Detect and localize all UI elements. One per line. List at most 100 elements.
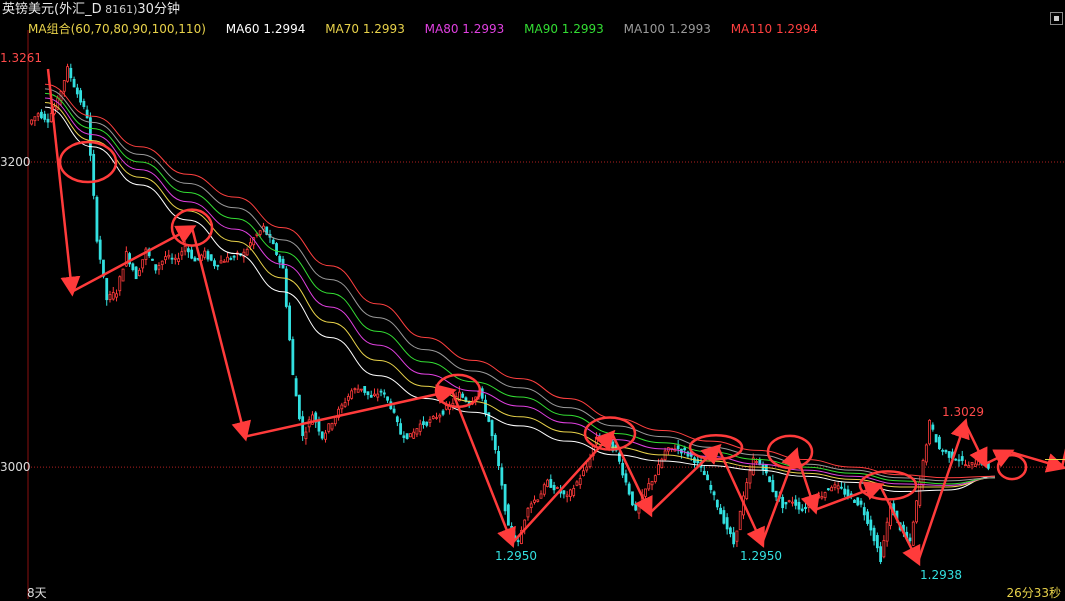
bar-countdown: 26分33秒 bbox=[1006, 586, 1061, 600]
candle-body bbox=[817, 494, 820, 499]
candle-body bbox=[118, 276, 122, 292]
price-annotation: 1.2950 bbox=[740, 549, 782, 564]
candle-body bbox=[973, 463, 977, 467]
candle-body bbox=[490, 420, 494, 437]
candle-body bbox=[748, 470, 752, 484]
candle-body bbox=[572, 488, 576, 496]
ma-line-ma60 bbox=[44, 106, 996, 493]
candle-body bbox=[755, 461, 758, 463]
candle-body bbox=[715, 499, 719, 508]
price-annotation: 1.2938 bbox=[920, 567, 962, 582]
candle-body bbox=[941, 449, 945, 452]
candle-body bbox=[970, 462, 974, 465]
candle-body bbox=[206, 251, 210, 260]
candle-body bbox=[542, 484, 546, 495]
candle-body bbox=[213, 260, 216, 267]
y-tick-label: 3000 bbox=[0, 460, 31, 475]
candle-body bbox=[794, 499, 798, 506]
candle-body bbox=[232, 255, 236, 258]
candle-body bbox=[382, 392, 386, 395]
candle-body bbox=[373, 393, 376, 397]
candle-body bbox=[330, 423, 334, 430]
candle-body bbox=[977, 460, 980, 466]
candle-body bbox=[111, 292, 115, 300]
candle-body bbox=[66, 66, 69, 82]
candle-body bbox=[203, 250, 207, 258]
candle-body bbox=[294, 378, 298, 397]
candle-body bbox=[435, 417, 438, 419]
candle-body bbox=[634, 503, 638, 511]
candle-body bbox=[249, 242, 252, 247]
candle-body bbox=[350, 390, 354, 399]
candle-body bbox=[216, 264, 220, 267]
candle-body bbox=[787, 500, 791, 503]
candle-body bbox=[804, 506, 807, 510]
candle-body bbox=[379, 390, 383, 393]
candle-body bbox=[36, 113, 40, 117]
candle-body bbox=[853, 499, 856, 503]
candle-body bbox=[418, 423, 422, 432]
candle-body bbox=[324, 432, 327, 440]
candle-body bbox=[386, 396, 389, 401]
candle-body bbox=[702, 470, 706, 476]
candle-body bbox=[657, 464, 660, 476]
candle-body bbox=[422, 421, 425, 425]
candle-body bbox=[428, 419, 432, 423]
candle-body bbox=[131, 263, 135, 271]
candle-body bbox=[399, 423, 403, 435]
candle-body bbox=[438, 414, 442, 418]
candle-body bbox=[546, 479, 549, 487]
candle-body bbox=[924, 444, 928, 463]
candle-body bbox=[193, 257, 197, 262]
candle-body bbox=[781, 496, 785, 509]
candle-body bbox=[415, 428, 419, 435]
ma-line-ma110 bbox=[44, 83, 996, 479]
candle-body bbox=[72, 78, 76, 88]
candle-body bbox=[617, 452, 621, 462]
candle-body bbox=[245, 248, 249, 256]
candle-body bbox=[317, 420, 321, 432]
candle-body bbox=[768, 476, 771, 483]
candle-body bbox=[846, 489, 850, 497]
trend-arrow bbox=[511, 429, 616, 545]
candle-body bbox=[859, 500, 863, 505]
candle-body bbox=[226, 256, 229, 263]
candle-body bbox=[137, 269, 141, 277]
candle-body bbox=[487, 412, 491, 422]
candle-body bbox=[569, 489, 572, 497]
ma-line-ma90 bbox=[44, 92, 996, 485]
candle-body bbox=[183, 245, 187, 252]
candle-body bbox=[647, 483, 651, 490]
candle-body bbox=[931, 424, 935, 430]
candle-body bbox=[653, 475, 657, 482]
candle-body bbox=[105, 278, 109, 301]
candle-body bbox=[751, 457, 755, 476]
candle-body bbox=[363, 386, 367, 393]
candle-body bbox=[676, 445, 680, 450]
candle-body bbox=[369, 394, 373, 398]
candle-body bbox=[333, 416, 337, 425]
candle-body bbox=[516, 540, 520, 543]
ma-line-ma80 bbox=[44, 97, 996, 486]
candle-body bbox=[526, 507, 530, 518]
candle-body bbox=[882, 540, 886, 558]
candle-body bbox=[222, 260, 226, 263]
candle-body bbox=[151, 258, 154, 261]
trend-arrow bbox=[963, 422, 988, 469]
candle-body bbox=[807, 503, 811, 508]
candle-body bbox=[833, 484, 837, 488]
candle-body bbox=[967, 465, 971, 468]
price-annotation: 1.3029 bbox=[942, 404, 984, 419]
candle-body bbox=[190, 249, 194, 259]
candle-body bbox=[160, 260, 164, 265]
candle-body bbox=[644, 488, 647, 497]
candle-body bbox=[539, 493, 543, 499]
candle-body bbox=[729, 527, 732, 535]
candle-body bbox=[497, 451, 500, 466]
candle-body bbox=[506, 504, 510, 526]
candle-body bbox=[813, 500, 817, 503]
candle-body bbox=[562, 490, 566, 495]
candle-body bbox=[288, 305, 291, 341]
candle-body bbox=[555, 487, 559, 489]
candle-body bbox=[85, 109, 89, 119]
